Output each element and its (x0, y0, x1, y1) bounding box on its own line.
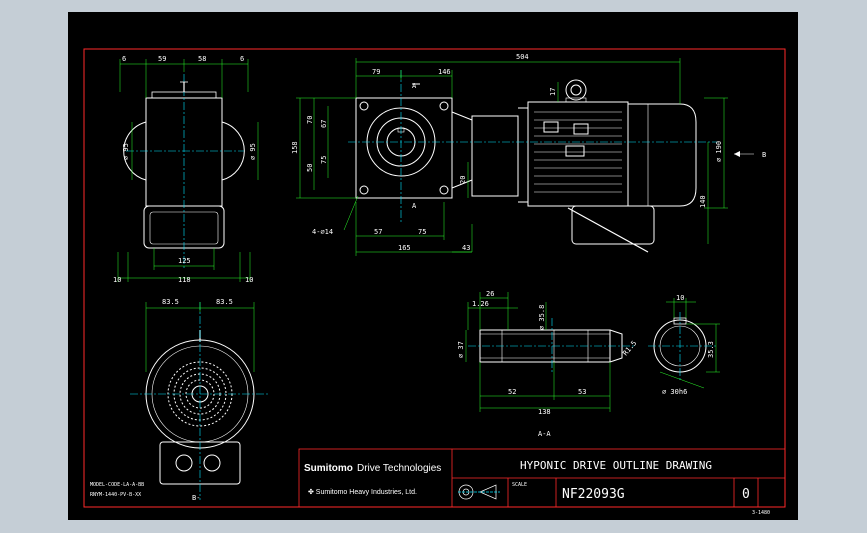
front-view (123, 74, 245, 270)
shaft-view (468, 318, 634, 374)
dim-75v: 75 (320, 156, 328, 164)
dim-75: 75 (418, 228, 426, 236)
fan-view (130, 302, 270, 500)
dim-57: 57 (374, 228, 382, 236)
revision-number: 0 (742, 487, 750, 502)
dim-10a: 10 (113, 276, 121, 284)
dim-83-5a: 83.5 (162, 298, 179, 306)
dim-holes: 4-⌀14 (312, 228, 333, 236)
dim-59: 59 (158, 55, 166, 63)
dim-1-26: 1.26 (472, 300, 489, 308)
dim-dia30h6: ⌀ 30h6 (662, 388, 687, 396)
dim-83-5b: 83.5 (216, 298, 233, 306)
dim-504: 504 (516, 53, 529, 61)
dim-118: 118 (178, 276, 191, 284)
side-view (348, 70, 718, 253)
arrow-b-head (734, 151, 740, 157)
dim-79: 79 (372, 68, 380, 76)
dim-53: 53 (578, 388, 586, 396)
title-block (298, 448, 786, 508)
projection-symbol-icon (458, 484, 500, 500)
dim-146: 146 (438, 68, 451, 76)
dim-58: 58 (198, 55, 206, 63)
label-A-A: A-A (538, 430, 551, 438)
drawing-canvas: 6 59 58 6 ⌀ 95 ⌀ 95 125 10 118 10 504 79… (83, 48, 786, 516)
dim-43: 43 (462, 244, 470, 252)
dim-52: 52 (508, 388, 516, 396)
scale-label: SCALE (512, 482, 527, 488)
brand-main: Sumitomo (304, 463, 353, 474)
dim-20: 20 (459, 176, 467, 184)
cad-viewport[interactable]: 6 59 58 6 ⌀ 95 ⌀ 95 125 10 118 10 504 79… (68, 12, 798, 520)
label-A2: A (412, 202, 417, 210)
dim-67: 67 (320, 120, 328, 128)
dim-dia95b: ⌀ 95 (249, 143, 257, 160)
dim-key-10: 10 (676, 294, 684, 302)
dim-35-3: 35.3 (707, 341, 715, 358)
dim-dia37: ⌀ 37 (457, 341, 465, 358)
dim-138: 138 (538, 408, 551, 416)
key-section-view (648, 312, 716, 382)
company-name: ✤ Sumitomo Heavy Industries, Ltd. (308, 488, 417, 496)
dim-70: 70 (306, 116, 314, 124)
dim-dia190: ⌀ 190 (715, 141, 723, 162)
dim-26: 26 (486, 290, 494, 298)
note-2: RNYM-1440-PV-B-XX (90, 492, 141, 498)
dim-dia95a: ⌀ 95 (122, 143, 130, 160)
drawing-number: NF22093G (562, 487, 625, 502)
dim-158: 158 (291, 141, 299, 154)
label-A1: A (412, 82, 417, 90)
dim-17: 17 (549, 88, 557, 96)
dim-50: 50 (306, 164, 314, 172)
drawing-title: HYPONIC DRIVE OUTLINE DRAWING (520, 459, 712, 472)
dim-6b: 6 (240, 55, 244, 63)
dim-140: 140 (699, 195, 707, 208)
dim-125: 125 (178, 257, 191, 265)
note-1: MODEL-CODE-LA-A-BB (90, 482, 144, 488)
brand-sub: Drive Technologies (357, 463, 441, 474)
dim-165: 165 (398, 244, 411, 252)
side-view-dimensions (296, 58, 728, 256)
label-arrow-B: B (762, 151, 766, 159)
sheet-code: 3-1480 (752, 510, 770, 516)
dim-r1-5: R1.5 (621, 339, 638, 357)
label-B: B- (192, 494, 200, 502)
dim-10b: 10 (245, 276, 253, 284)
dim-6a: 6 (122, 55, 126, 63)
dim-dia35-8: ⌀ 35.8 (538, 305, 546, 330)
